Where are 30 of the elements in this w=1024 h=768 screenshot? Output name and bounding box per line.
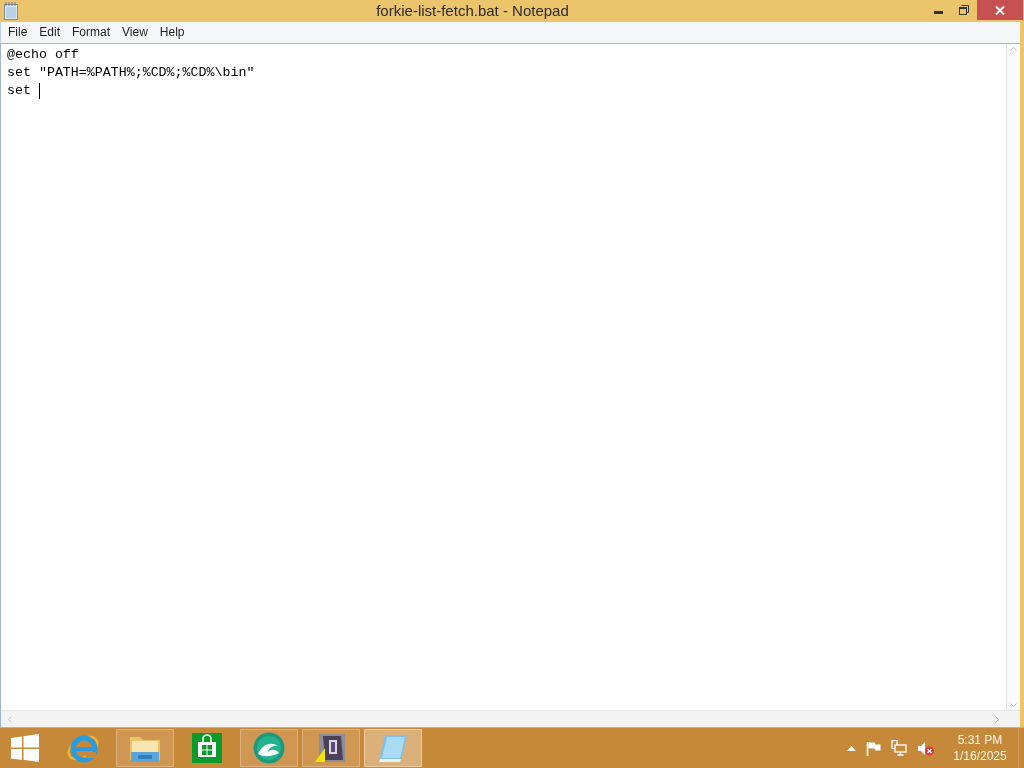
speaker-muted-icon[interactable] — [917, 740, 934, 756]
clock-time: 5:31 PM — [957, 732, 1003, 748]
taskbar-button[interactable] — [302, 729, 360, 767]
text-cursor — [38, 83, 40, 99]
flag-icon[interactable] — [866, 740, 881, 756]
code-line: @echo off — [7, 46, 79, 64]
windows-logo-icon — [11, 734, 39, 762]
clock-date: 1/16/2025 — [953, 748, 1007, 764]
network-icon[interactable] — [891, 740, 907, 756]
restore-icon — [959, 5, 969, 15]
app-icon — [315, 732, 347, 764]
code-line: set "PATH=%PATH%;%CD%;%CD%\bin" — [7, 64, 255, 82]
notepad-icon — [4, 2, 18, 20]
close-button[interactable] — [977, 0, 1023, 20]
menu-item[interactable]: File — [2, 23, 34, 42]
menu-item[interactable]: Edit — [33, 23, 67, 42]
caret-up-icon[interactable] — [847, 745, 856, 751]
close-icon — [995, 5, 1005, 15]
notepad-icon — [377, 733, 409, 763]
wave-circle-icon — [253, 732, 285, 764]
shopping-bag-icon — [192, 733, 222, 763]
code-line: set — [7, 82, 32, 100]
taskbar-button[interactable] — [116, 729, 174, 767]
vertical-scrollbar[interactable] — [1006, 44, 1020, 710]
menu-item[interactable]: Format — [66, 23, 117, 42]
window-title: forkie-list-fetch.bat - Notepad — [376, 1, 569, 21]
taskbar-button[interactable] — [240, 729, 298, 767]
menu-item[interactable]: View — [116, 23, 154, 42]
menu-item[interactable]: Help — [153, 23, 191, 42]
minimize-icon — [933, 10, 943, 14]
